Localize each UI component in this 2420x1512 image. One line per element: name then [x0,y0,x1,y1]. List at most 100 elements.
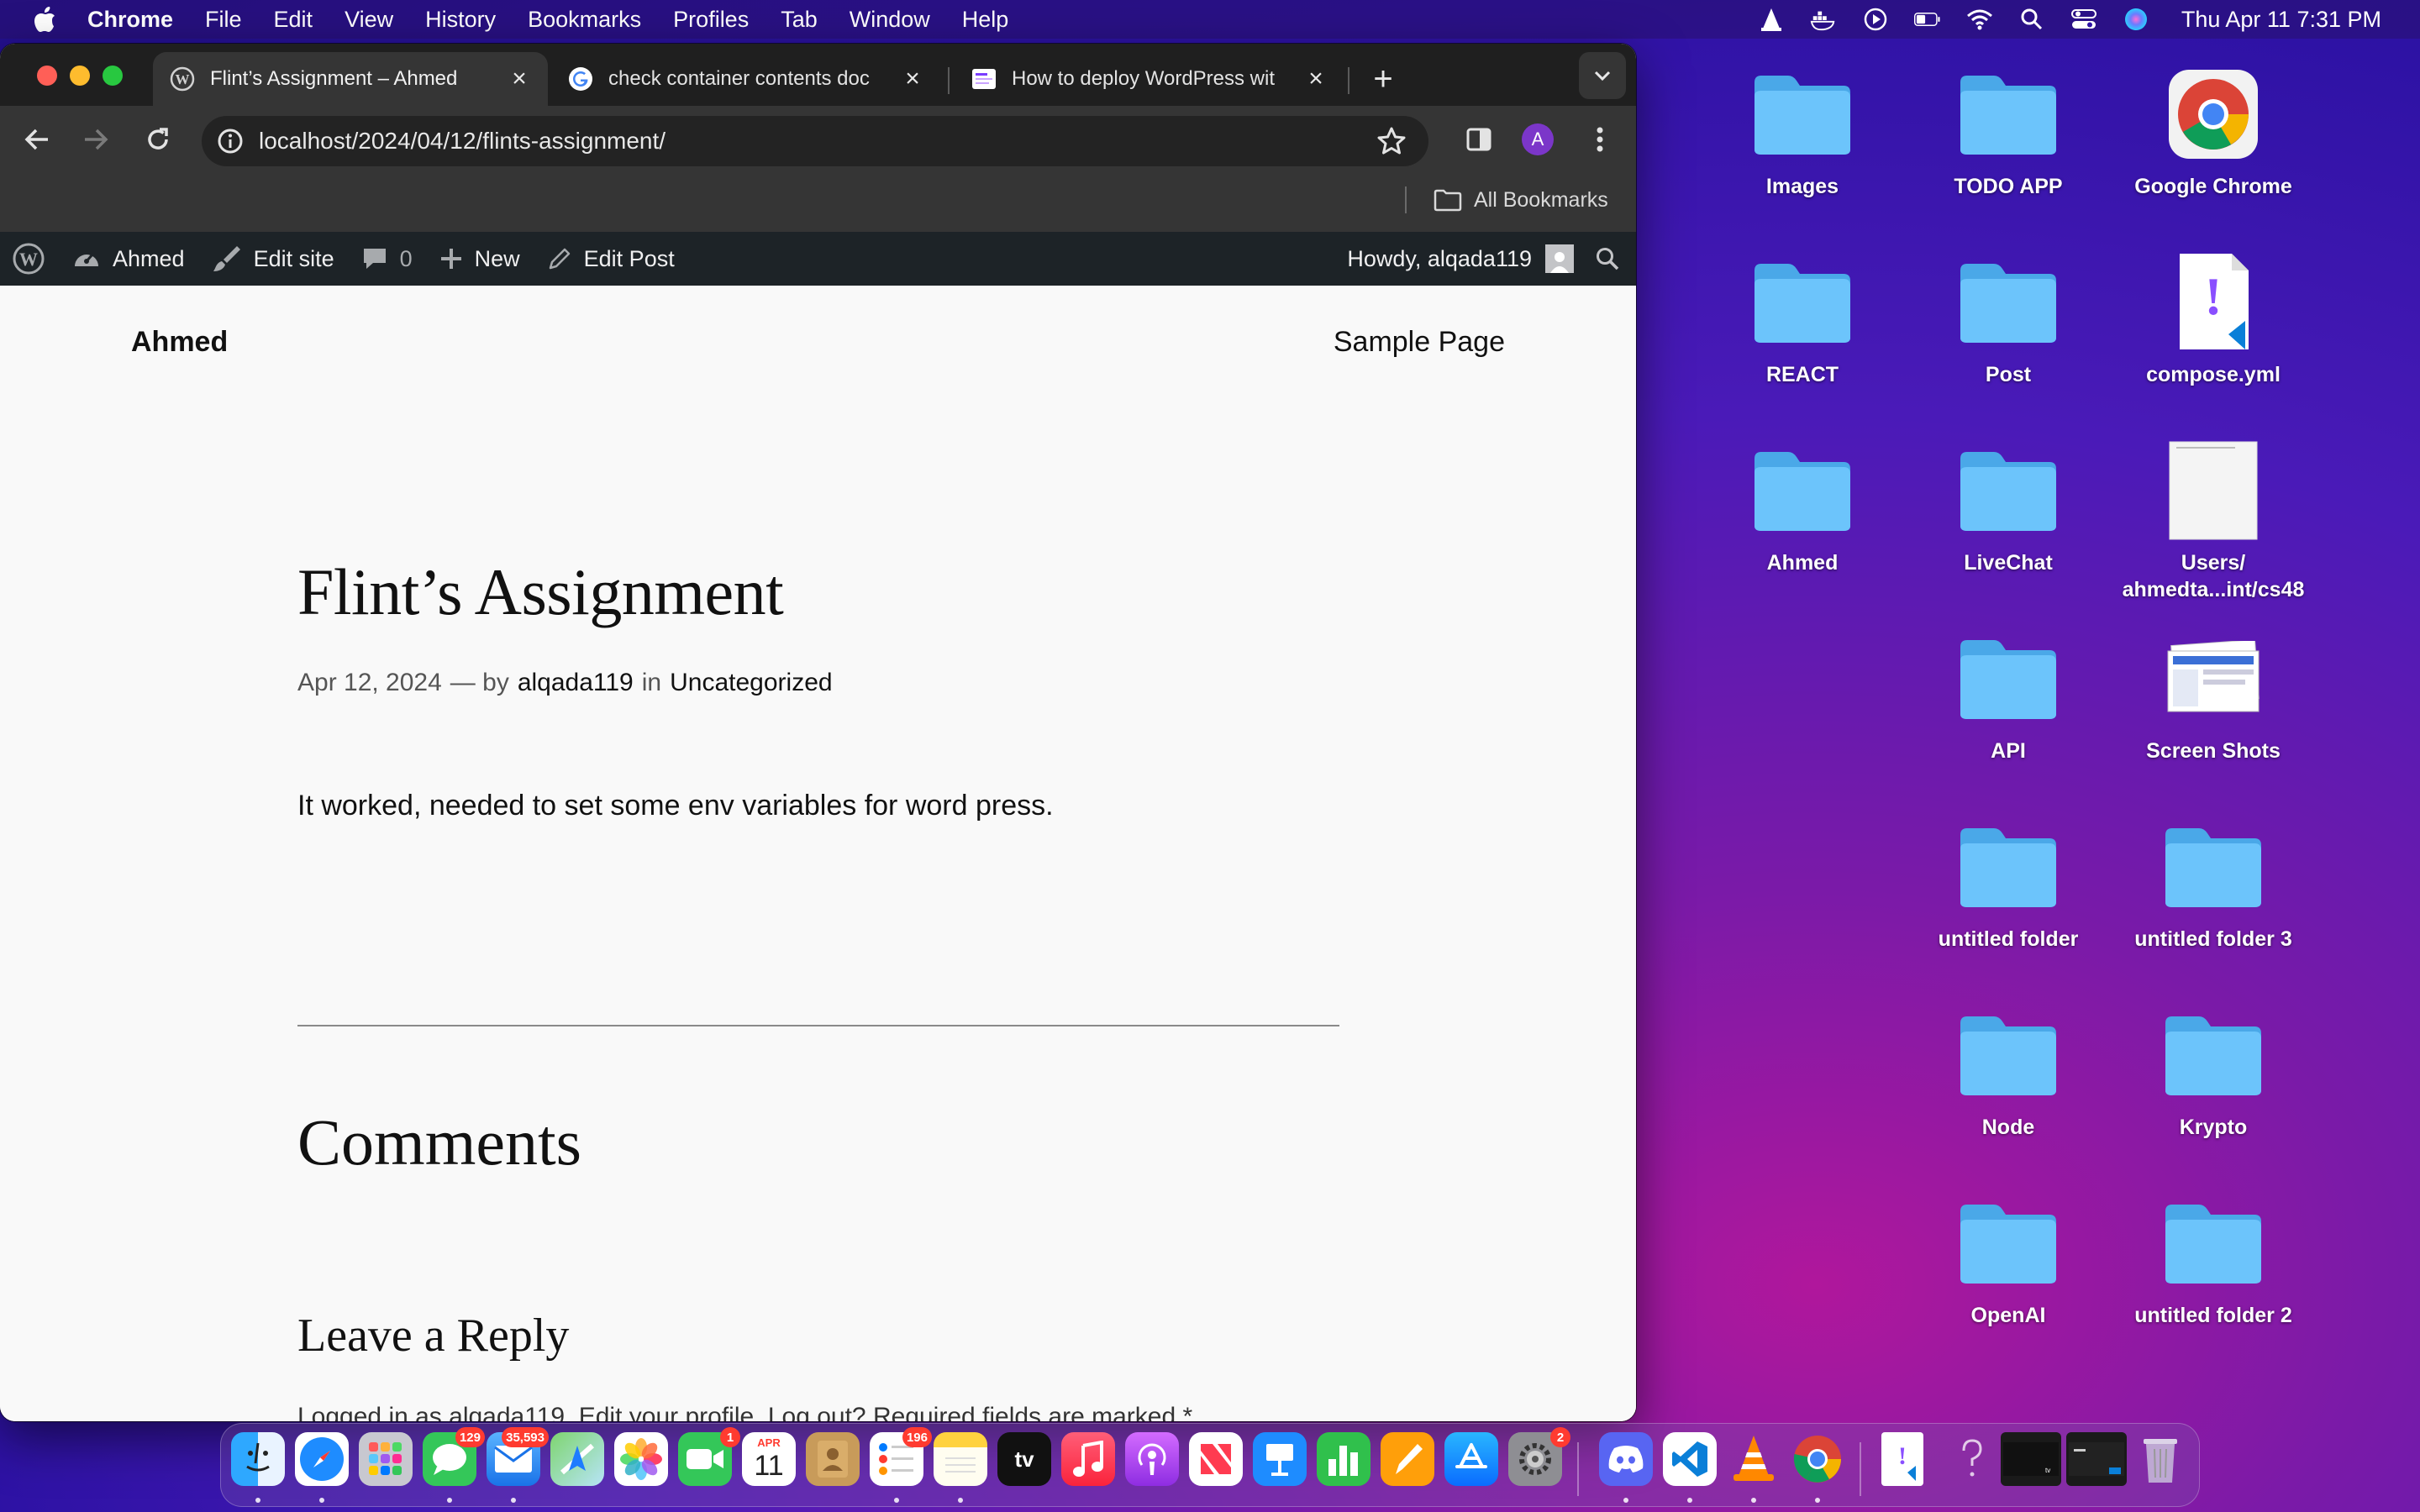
post-category-link[interactable]: Uncategorized [670,669,832,697]
wp-new-content[interactable]: New [426,232,534,286]
dock-keynote[interactable] [1253,1432,1307,1486]
menu-bookmarks[interactable]: Bookmarks [512,0,657,39]
dock-contacts[interactable] [806,1432,860,1486]
user-avatar-icon[interactable] [1545,244,1574,273]
desktop-item-post[interactable]: Post [1912,254,2105,388]
window-close-button[interactable] [37,66,57,86]
nav-sample-page[interactable]: Sample Page [1334,326,1505,359]
battery-icon[interactable] [1913,6,1941,33]
menu-window[interactable]: Window [834,0,946,39]
bookmark-star-icon[interactable] [1376,126,1407,156]
tab-deploy-wordpress[interactable]: How to deploy WordPress wit × [955,52,1344,106]
dock-minimized-window-2[interactable] [2066,1432,2127,1486]
dock-calendar[interactable]: APR 11 [742,1432,796,1486]
close-tab-icon[interactable]: × [901,65,924,92]
url-text[interactable]: localhost/2024/04/12/flints-assignment/ [259,128,666,155]
tab-flints-assignment[interactable]: W Flint’s Assignment – Ahmed × [153,52,548,106]
dock-news[interactable] [1189,1432,1243,1486]
wifi-icon[interactable] [1966,6,1993,33]
dock-finder[interactable] [231,1432,285,1486]
dock-messages[interactable]: 129 [423,1427,485,1486]
dock-maps[interactable] [550,1432,604,1486]
profile-button[interactable]: A [1518,119,1558,160]
reload-button[interactable] [138,119,178,160]
vlc-status-icon[interactable] [1758,6,1785,33]
desktop-item-openai[interactable]: OpenAI [1912,1194,2105,1329]
menu-history[interactable]: History [409,0,512,39]
dock-app-store[interactable] [1444,1432,1498,1486]
dock-safari[interactable] [295,1432,349,1486]
control-center-icon[interactable] [2070,6,2097,33]
dock-chrome[interactable] [1791,1432,1844,1486]
new-tab-button[interactable]: + [1363,59,1403,99]
apple-menu-icon[interactable] [30,5,59,34]
post-date[interactable]: Apr 12, 2024 [297,669,442,697]
spotlight-search-icon[interactable] [2018,6,2045,33]
desktop-item-livechat[interactable]: LiveChat [1912,442,2105,576]
wp-comments[interactable]: 0 [348,232,426,286]
window-minimize-button[interactable] [70,66,90,86]
forward-button[interactable] [76,119,116,160]
dock-vlc[interactable] [1727,1432,1781,1486]
dock-numbers[interactable] [1317,1432,1370,1486]
media-play-status-icon[interactable] [1862,6,1889,33]
desktop-item-todo-app[interactable]: TODO APP [1912,66,2105,200]
desktop-item-screen-shots[interactable]: Screen Shots [2117,630,2310,764]
desktop-item-google-chrome[interactable]: Google Chrome [2117,66,2310,200]
tab-search-button[interactable] [1579,52,1626,99]
siri-icon[interactable] [2123,6,2149,33]
dock-launchpad[interactable] [359,1432,413,1486]
menu-bar-clock[interactable]: Thu Apr 11 7:31 PM [2181,7,2381,33]
menu-view[interactable]: View [329,0,409,39]
menu-edit[interactable]: Edit [258,0,329,39]
back-button[interactable] [17,119,57,160]
dock-photos[interactable] [614,1432,668,1486]
desktop-item-api[interactable]: API [1912,630,2105,764]
wp-edit-site[interactable]: Edit site [198,232,348,286]
post-author-link[interactable]: alqada119 [518,669,634,697]
desktop-item-krypto[interactable]: Krypto [2117,1006,2310,1141]
all-bookmarks-button[interactable]: All Bookmarks [1434,180,1608,220]
wp-howdy-user[interactable]: Howdy, alqada119 [1347,246,1532,272]
desktop-item-untitled-folder-2[interactable]: untitled folder 2 [2117,1194,2310,1329]
dock-help[interactable] [1945,1432,1999,1486]
dock-podcasts[interactable] [1125,1432,1179,1486]
dock-music[interactable] [1061,1432,1115,1486]
dock-notes[interactable] [934,1432,987,1486]
dock-mail[interactable]: 35,593 [487,1427,549,1486]
wp-logo-menu[interactable]: W [0,232,59,286]
desktop-item-react[interactable]: REACT [1706,254,1899,388]
dock-facetime[interactable]: 1 [678,1427,740,1486]
dock-minimized-window-1[interactable]: tv [2001,1432,2061,1486]
desktop-item-node[interactable]: Node [1912,1006,2105,1141]
dock-apple-tv[interactable]: tv [997,1432,1051,1486]
tab-google-search[interactable]: check container contents doc × [551,52,941,106]
window-zoom-button[interactable] [103,66,123,86]
menu-app-chrome[interactable]: Chrome [87,0,189,39]
close-tab-icon[interactable]: × [1304,65,1328,92]
dock-recent-yml[interactable]: ! [1881,1432,1923,1486]
close-tab-icon[interactable]: × [508,65,531,92]
wp-edit-post[interactable]: Edit Post [534,232,688,286]
site-info-icon[interactable] [212,123,249,160]
wp-site-menu[interactable]: Ahmed [59,232,198,286]
desktop-item-untitled-folder[interactable]: untitled folder [1912,818,2105,953]
desktop-item-untitled-folder-3[interactable]: untitled folder 3 [2117,818,2310,953]
dock-reminders[interactable]: 196 [870,1427,932,1486]
dock-trash[interactable] [2133,1432,2187,1486]
site-title[interactable]: Ahmed [131,326,228,359]
menu-file[interactable]: File [189,0,258,39]
chrome-menu-button[interactable] [1580,119,1620,160]
docker-status-icon[interactable] [1810,6,1837,33]
menu-tab[interactable]: Tab [765,0,834,39]
dock-discord[interactable] [1599,1432,1653,1486]
wp-search-icon[interactable] [1587,239,1628,279]
desktop-item-ahmed[interactable]: Ahmed [1706,442,1899,576]
desktop-item-users-ahmedta-int-cs48[interactable]: Users/ ahmedta...int/cs48 [2117,441,2310,603]
side-panel-button[interactable] [1459,119,1499,160]
dock-system-settings[interactable]: 2 [1508,1427,1570,1486]
menu-help[interactable]: Help [946,0,1025,39]
address-bar[interactable]: localhost/2024/04/12/flints-assignment/ [202,116,1428,166]
desktop-item-images[interactable]: Images [1706,66,1899,200]
desktop-item-compose-yml[interactable]: ! compose.yml [2117,254,2310,388]
